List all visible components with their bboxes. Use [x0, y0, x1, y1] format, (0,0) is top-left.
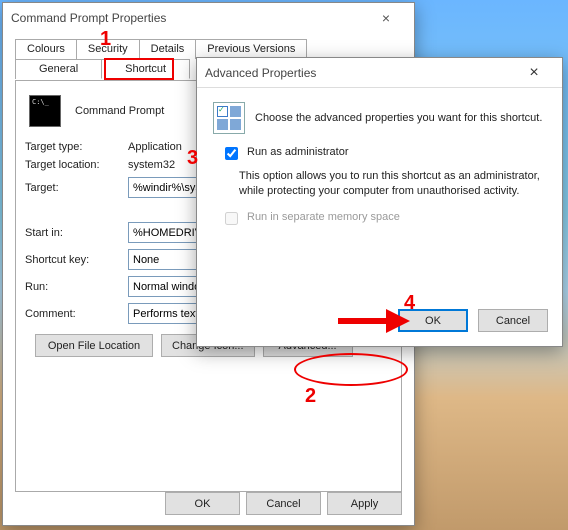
tab-security[interactable]: Security — [76, 39, 140, 59]
startin-label: Start in: — [25, 227, 128, 239]
tab-general[interactable]: General — [15, 59, 102, 79]
open-file-location-button[interactable]: Open File Location — [35, 334, 153, 357]
properties-ok-button[interactable]: OK — [165, 492, 240, 515]
command-prompt-icon — [29, 95, 61, 127]
target-type-label: Target type: — [25, 141, 128, 153]
separate-memory-label: Run in separate memory space — [247, 211, 400, 223]
shortcut-name-label: Command Prompt — [75, 105, 164, 117]
advanced-titlebar[interactable]: Advanced Properties × — [197, 58, 562, 88]
advanced-title: Advanced Properties — [205, 66, 316, 80]
run-as-administrator-checkbox[interactable] — [225, 147, 238, 160]
tab-details[interactable]: Details — [139, 39, 197, 59]
advanced-properties-icon — [213, 102, 245, 134]
advanced-properties-window: Advanced Properties × Choose the advance… — [196, 57, 563, 347]
tab-shortcut[interactable]: Shortcut — [101, 59, 190, 79]
run-as-administrator-label: Run as administrator — [247, 146, 349, 158]
properties-cancel-button[interactable]: Cancel — [246, 492, 321, 515]
properties-title: Command Prompt Properties — [11, 11, 166, 25]
target-location-label: Target location: — [25, 159, 128, 171]
tab-colours[interactable]: Colours — [15, 39, 77, 59]
run-label: Run: — [25, 281, 128, 293]
target-label: Target: — [25, 182, 128, 194]
advanced-intro-text: Choose the advanced properties you want … — [255, 112, 542, 124]
advanced-cancel-button[interactable]: Cancel — [478, 309, 548, 332]
comment-label: Comment: — [25, 308, 128, 320]
separate-memory-checkbox — [225, 212, 238, 225]
close-icon[interactable]: × — [514, 64, 554, 82]
properties-apply-button[interactable]: Apply — [327, 492, 402, 515]
close-icon[interactable]: × — [366, 10, 406, 26]
advanced-ok-button[interactable]: OK — [398, 309, 468, 332]
run-as-administrator-description: This option allows you to run this short… — [239, 169, 546, 199]
shortcutkey-label: Shortcut key: — [25, 254, 128, 266]
tab-previous-versions[interactable]: Previous Versions — [195, 39, 307, 59]
properties-titlebar[interactable]: Command Prompt Properties × — [3, 3, 414, 33]
